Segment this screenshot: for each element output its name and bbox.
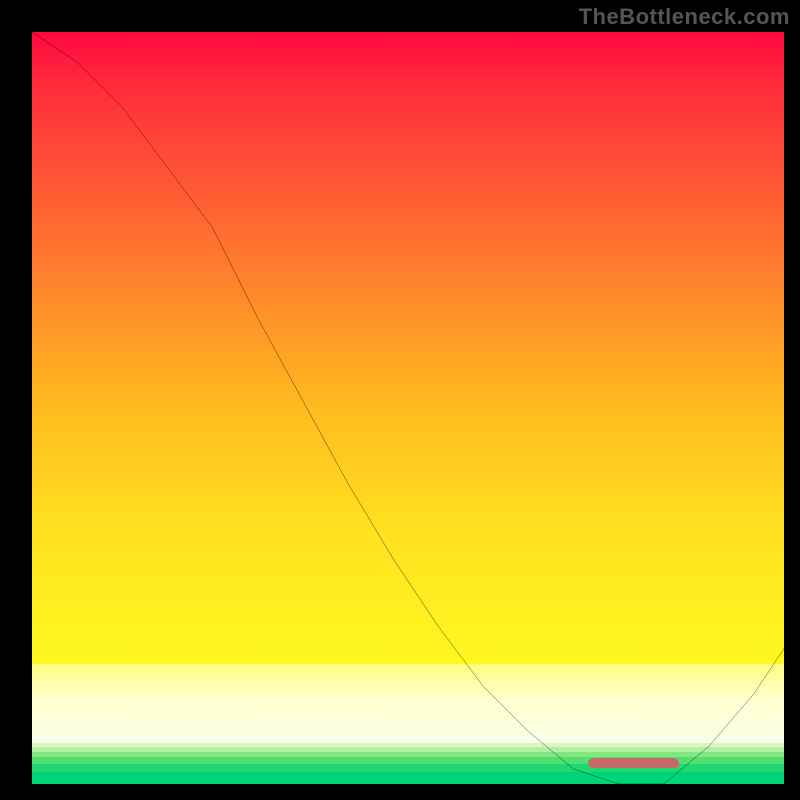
axis-border-right (784, 0, 800, 800)
chart-frame: TheBottleneck.com (0, 0, 800, 800)
axis-border-left (0, 0, 32, 800)
axis-border-bottom (0, 784, 800, 800)
curve-path (32, 32, 784, 784)
optimum-range-marker (588, 758, 678, 768)
bottleneck-curve (32, 32, 784, 784)
watermark-text: TheBottleneck.com (579, 4, 790, 30)
